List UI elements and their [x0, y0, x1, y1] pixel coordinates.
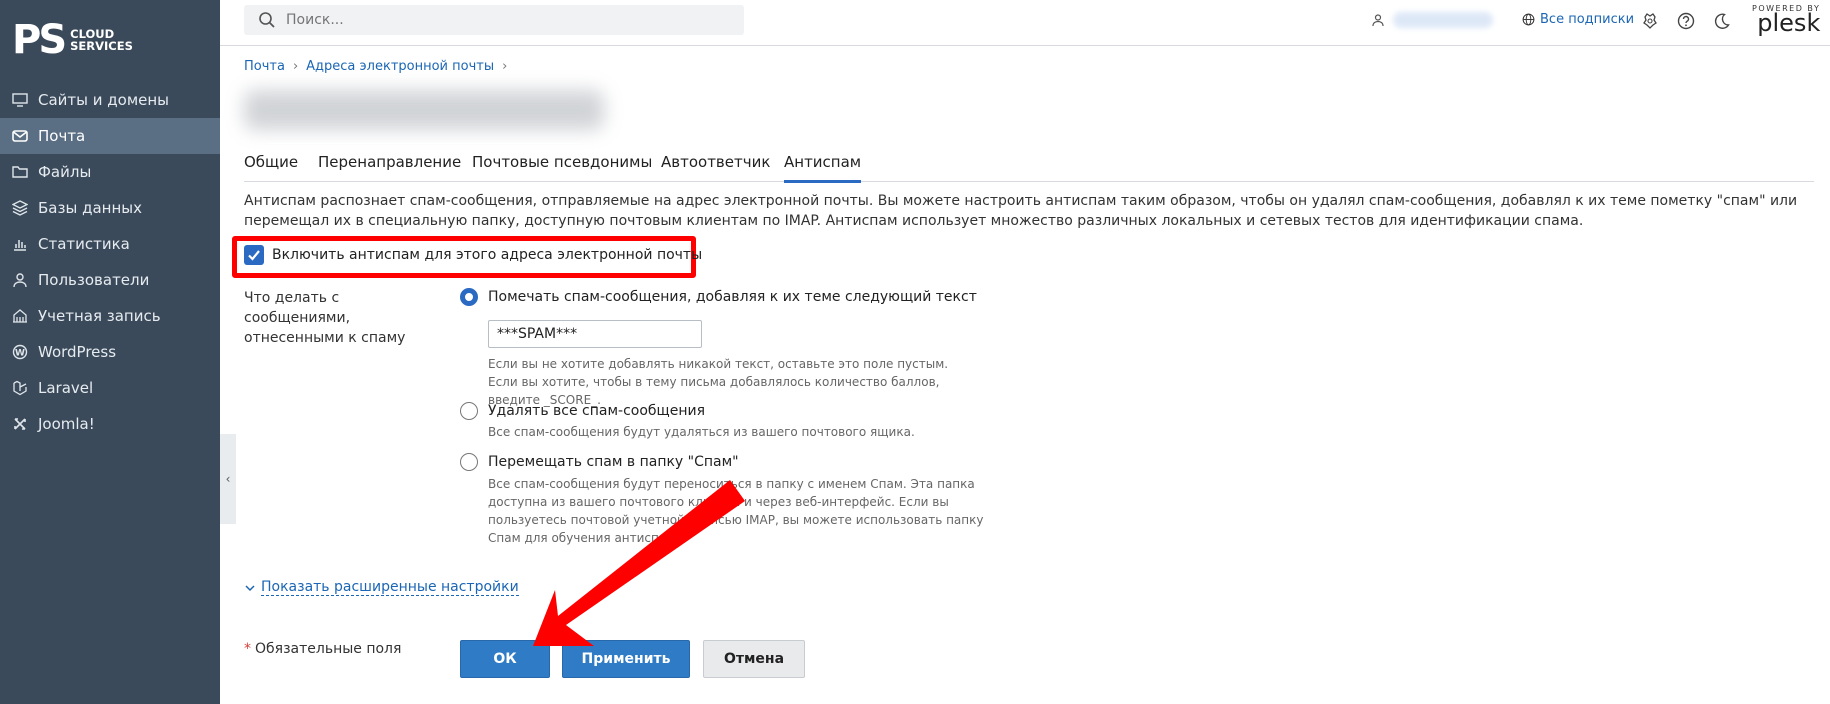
account-icon [13, 309, 27, 323]
option-hint: Все спам-сообщения будут переноситься в … [488, 477, 984, 545]
sidebar-collapse-button[interactable]: ‹ [220, 434, 236, 524]
logo-initials: PS [12, 17, 67, 63]
radio-unselected[interactable] [460, 453, 478, 471]
plesk-wordmark: plesk [1757, 9, 1821, 37]
sidebar-item-databases[interactable]: Базы данных [0, 190, 220, 226]
sidebar-item-mail[interactable]: Почта [0, 118, 220, 154]
user-icon [13, 273, 27, 288]
chevron-right-icon: › [292, 59, 299, 74]
breadcrumb: Почта › Адреса электронной почты › [244, 59, 515, 74]
option-hint: Все спам-сообщения будут удаляться из ва… [488, 425, 915, 439]
required-label: Обязательные поля [255, 641, 402, 657]
globe-icon [1522, 13, 1535, 26]
cloud-icon[interactable] [1640, 11, 1660, 31]
enable-antispam-checkbox[interactable]: Включить антиспам для этого адреса элект… [244, 245, 702, 265]
spam-tag-input[interactable] [488, 320, 702, 348]
wordpress-icon: W [12, 344, 28, 360]
subscriptions-label: Все подписки [1540, 12, 1635, 27]
sidebar-item-label: Файлы [38, 163, 92, 181]
sidebar-item-sites[interactable]: Сайты и домены [0, 82, 220, 118]
search-box[interactable] [244, 5, 744, 35]
joomla-icon [14, 418, 26, 430]
brand-logo[interactable]: PS CLOUD SERVICES [12, 17, 133, 63]
subscriptions-switcher[interactable]: Все подписки [1522, 12, 1634, 27]
tab-forwarding[interactable]: Перенаправление [318, 153, 461, 180]
page-title-redacted [244, 90, 604, 130]
tab-aliases[interactable]: Почтовые псевдонимы [472, 153, 652, 180]
enable-antispam-label: Включить антиспам для этого адреса элект… [272, 247, 703, 263]
option-label: Удалять все спам-сообщения [488, 403, 706, 419]
breadcrumb-email-addresses[interactable]: Адреса электронной почты [306, 59, 494, 74]
apply-button[interactable]: Применить [562, 640, 690, 678]
sidebar-item-label: Пользователи [38, 271, 150, 289]
moon-icon[interactable] [1712, 11, 1732, 31]
advanced-label: Показать расширенные настройки [261, 579, 519, 596]
option-label: Перемещать спам в папку "Спам" [488, 454, 739, 470]
ok-button[interactable]: ОК [460, 640, 550, 678]
svg-text:W: W [15, 349, 25, 359]
folder-icon [12, 166, 28, 178]
check-icon [248, 250, 260, 261]
sidebar-item-wordpress[interactable]: W WordPress [0, 334, 220, 370]
bar-chart-icon [14, 240, 26, 251]
radio-unselected[interactable] [460, 402, 478, 420]
search-input[interactable] [284, 11, 728, 29]
topbar: Все подписки POWERED BY plesk [220, 0, 1830, 46]
tab-general[interactable]: Общие [244, 153, 298, 180]
option-label: Помечать спам-сообщения, добавляя к их т… [488, 289, 977, 305]
tab-antispam[interactable]: Антиспам [784, 153, 862, 183]
sidebar-item-label: Статистика [38, 235, 130, 253]
spam-action-label: Что делать с сообщениями, отнесенными к … [244, 290, 406, 346]
required-fields-note: * Обязательные поля [244, 641, 401, 657]
mail-icon [12, 130, 28, 142]
user-icon [1372, 14, 1384, 27]
sidebar-item-label: Joomla! [38, 415, 95, 433]
sidebar-item-statistics[interactable]: Статистика [0, 226, 220, 262]
sidebar-item-label: Почта [38, 127, 86, 145]
sidebar-item-label: Laravel [38, 379, 94, 397]
user-menu[interactable] [1371, 12, 1493, 28]
logo-text: CLOUD SERVICES [70, 28, 133, 52]
required-star: * [244, 641, 251, 657]
tab-bar: Общие Перенаправление Почтовые псевдоним… [244, 149, 1814, 183]
database-icon [12, 200, 28, 216]
plesk-logo[interactable]: POWERED BY plesk [1752, 4, 1820, 35]
chevron-down-icon [245, 584, 255, 591]
checkbox-checked[interactable] [244, 245, 264, 265]
breadcrumb-mail[interactable]: Почта [244, 59, 285, 74]
antispam-description: Антиспам распознает спам-сообщения, отпр… [244, 193, 1798, 229]
option-mark-subject[interactable]: Помечать спам-сообщения, добавляя к их т… [460, 288, 977, 306]
option-hint: Если вы не хотите добавлять никакой текс… [488, 357, 949, 407]
cancel-button[interactable]: Отмена [703, 640, 805, 678]
laravel-icon [13, 380, 27, 396]
option-delete-spam[interactable]: Удалять все спам-сообщения [460, 402, 705, 420]
sidebar: PS CLOUD SERVICES Сайты и домены Почта Ф… [0, 0, 220, 704]
sidebar-item-files[interactable]: Файлы [0, 154, 220, 190]
sidebar-item-label: Сайты и домены [38, 91, 170, 109]
sidebar-item-label: Базы данных [38, 199, 142, 217]
chevron-right-icon: › [502, 59, 508, 74]
sidebar-item-label: WordPress [38, 343, 117, 361]
help-icon[interactable] [1676, 11, 1696, 31]
sidebar-item-joomla[interactable]: Joomla! [0, 406, 220, 442]
sidebar-item-laravel[interactable]: Laravel [0, 370, 220, 406]
logo-line2: SERVICES [70, 39, 133, 53]
sidebar-item-users[interactable]: Пользователи [0, 262, 220, 298]
radio-selected[interactable] [460, 288, 478, 306]
option-move-to-spam[interactable]: Перемещать спам в папку "Спам" [460, 453, 739, 471]
sidebar-item-label: Учетная запись [38, 307, 161, 325]
show-advanced-link[interactable]: Показать расширенные настройки [244, 579, 519, 596]
sidebar-item-account[interactable]: Учетная запись [0, 298, 220, 334]
monitor-icon [12, 93, 28, 107]
tab-autoresponder[interactable]: Автоответчик [661, 153, 770, 180]
search-icon [259, 12, 275, 28]
username-redacted [1393, 12, 1493, 28]
